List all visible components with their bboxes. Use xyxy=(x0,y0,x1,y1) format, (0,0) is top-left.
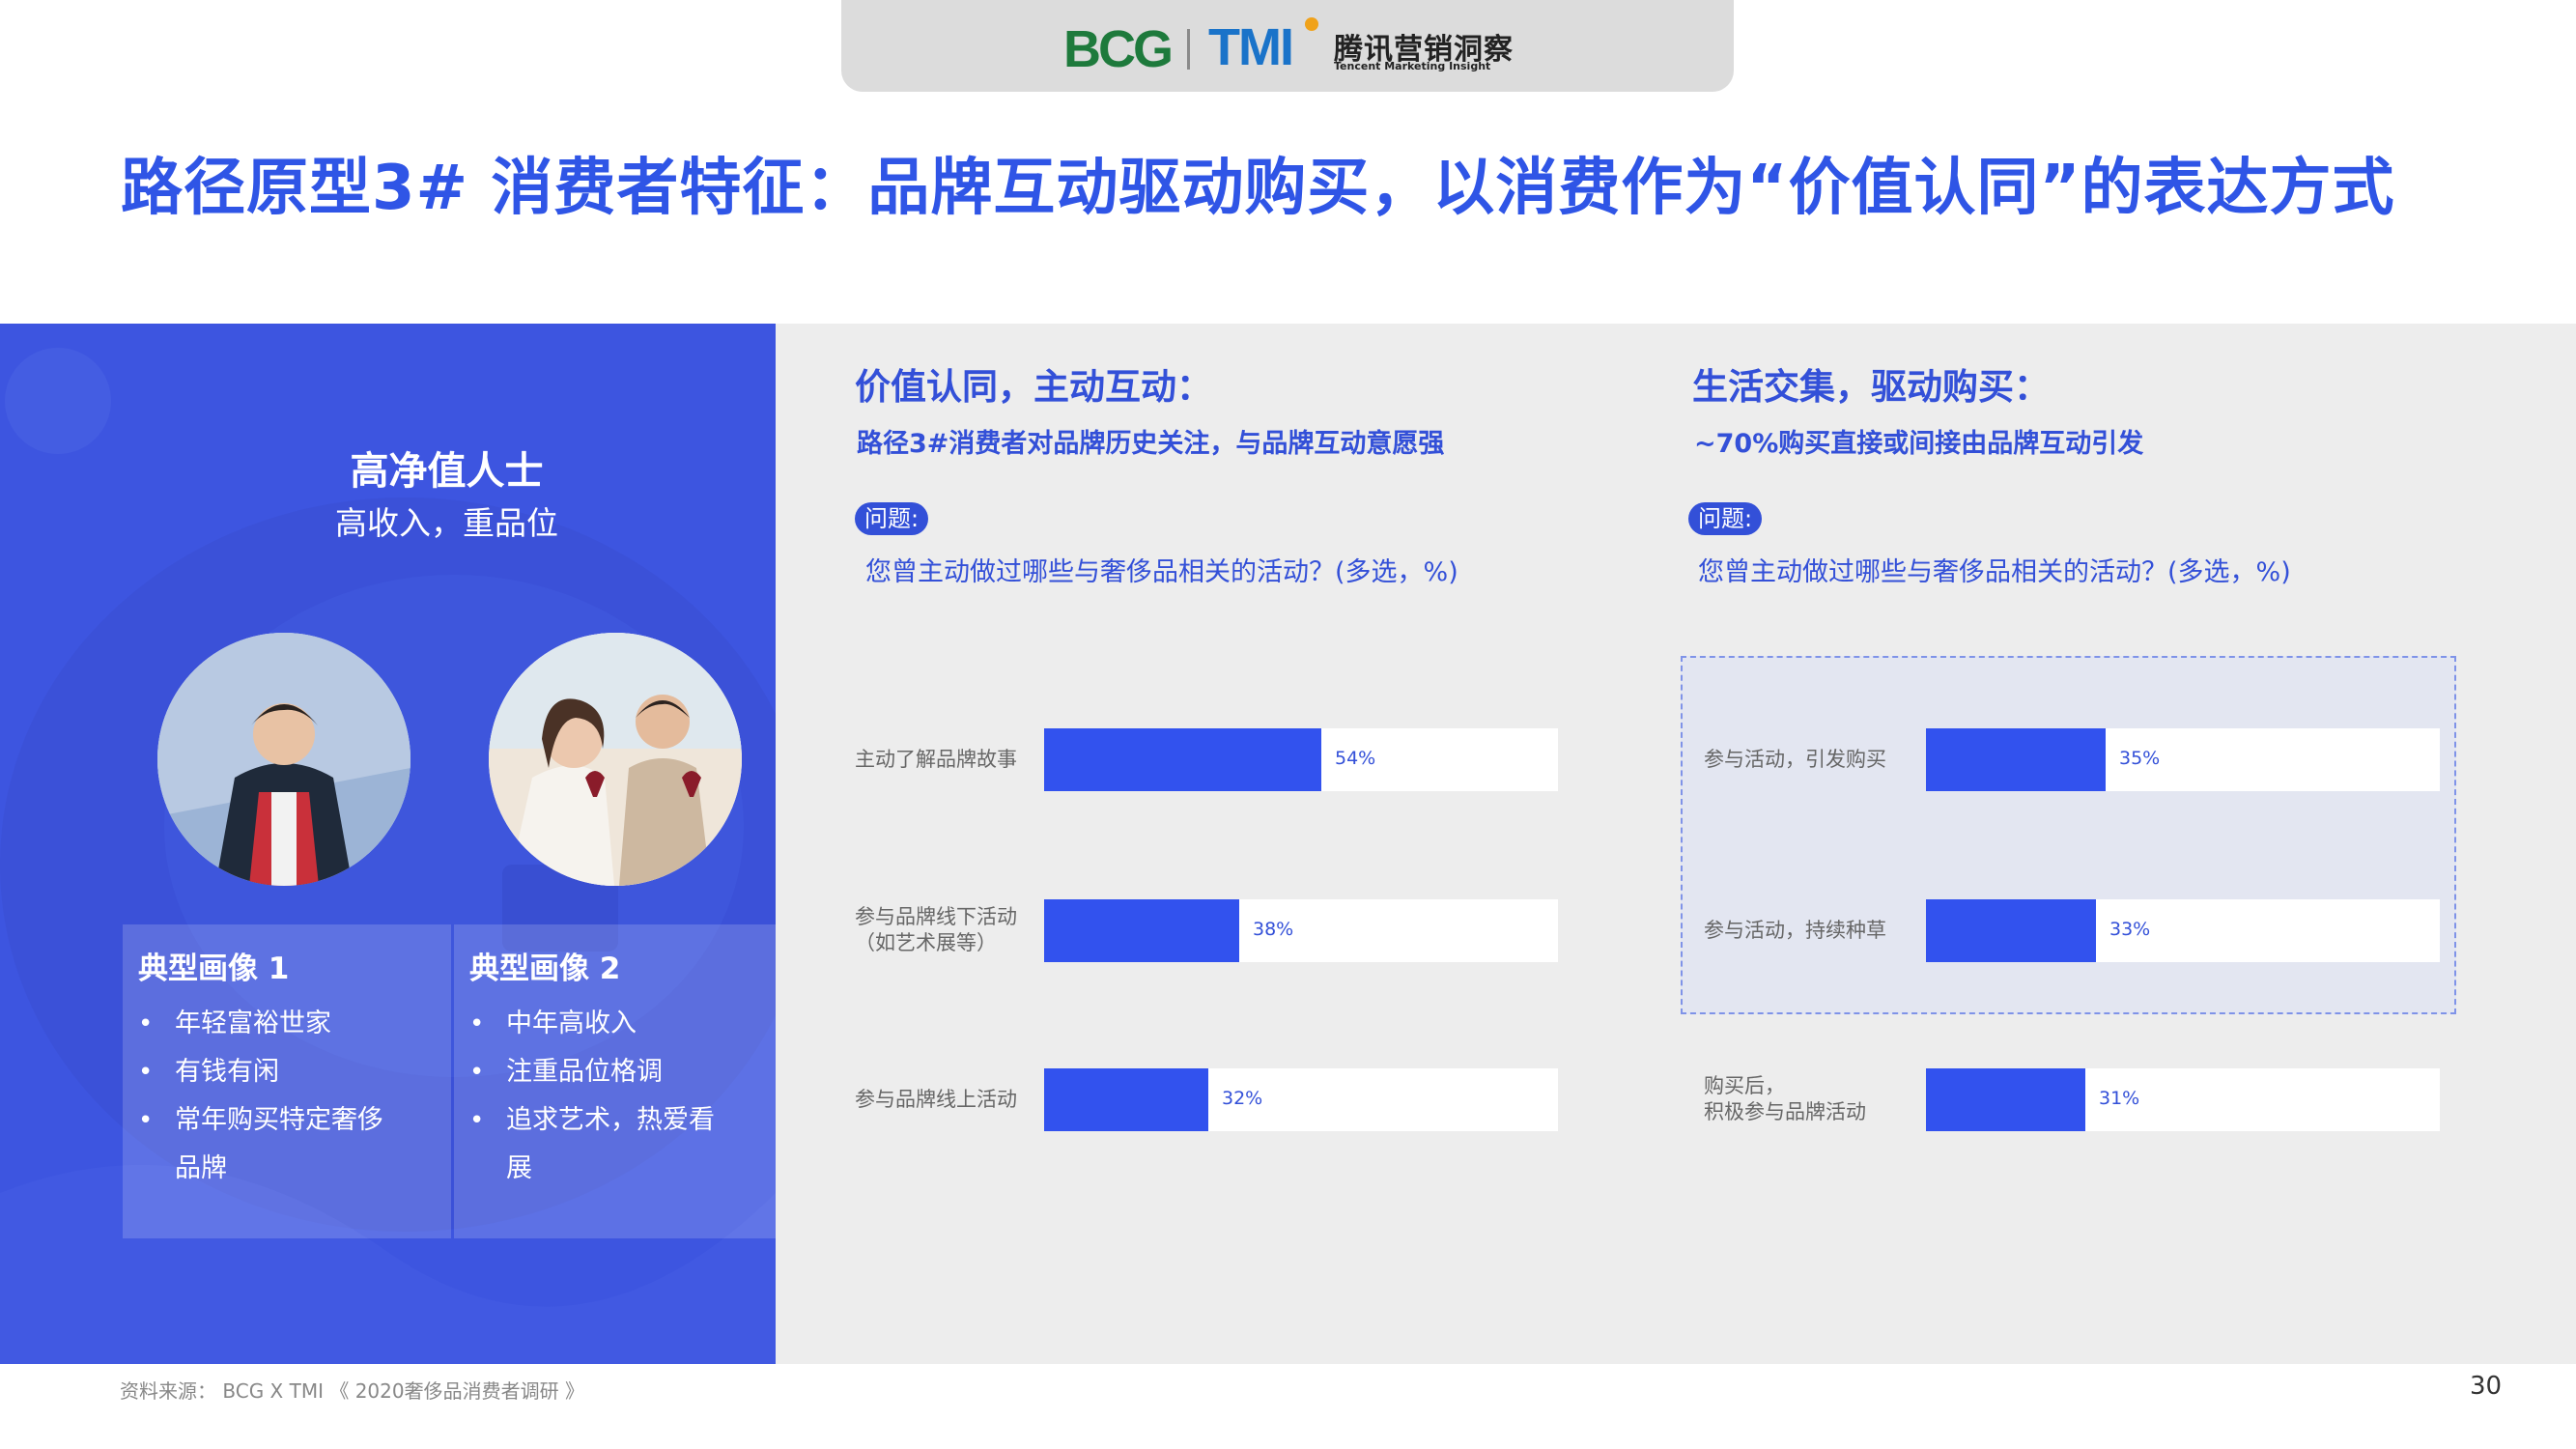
persona-card-item: 有钱有闲 xyxy=(138,1048,447,1096)
bar xyxy=(1044,899,1239,962)
page-title: 路径原型3# 消费者特征：品牌互动驱动购买，以消费作为“价值认同”的表达方式 xyxy=(121,153,2395,224)
bar-category-label: 主动了解品牌故事 xyxy=(855,747,1017,771)
persona-card-2: 典型画像 2 中年高收入 注重品位格调 追求艺术，热爱看展 xyxy=(454,924,776,1238)
question-badge: 问题: xyxy=(855,502,929,535)
bar-value-label: 54% xyxy=(1335,748,1376,769)
bar xyxy=(1926,899,2096,962)
persona-card-item: 追求艺术，热爱看展 xyxy=(469,1096,728,1193)
section-2-title: 生活交集，驱动购买： xyxy=(1692,366,2050,408)
section-2-subtitle: ~70%购买直接或间接由品牌互动引发 xyxy=(1694,429,2144,459)
bar-category-label: 参与品牌线下活动 （如艺术展等） xyxy=(855,905,1017,954)
persona-card-item: 注重品位格调 xyxy=(469,1048,776,1096)
persona-card-item: 中年高收入 xyxy=(469,1000,776,1048)
bar xyxy=(1044,728,1321,791)
persona-card-list: 中年高收入 注重品位格调 追求艺术，热爱看展 xyxy=(469,1000,776,1193)
logo-divider xyxy=(1187,29,1190,70)
persona-card-title: 典型画像 2 xyxy=(469,952,621,986)
tmi-logo: TMI xyxy=(1208,18,1294,76)
bar xyxy=(1926,728,2106,791)
bar-category-label: 参与活动，持续种草 xyxy=(1704,918,1886,942)
persona-photo-2 xyxy=(489,633,742,886)
persona-photo-1 xyxy=(157,633,410,886)
bar xyxy=(1044,1068,1208,1131)
question-badge: 问题: xyxy=(1688,502,1763,535)
bar xyxy=(1926,1068,2085,1131)
bar-category-label: 参与活动，引发购买 xyxy=(1704,747,1886,771)
persona-card-1: 典型画像 1 年轻富裕世家 有钱有闲 常年购买特定奢侈品牌 xyxy=(123,924,451,1238)
persona-card-item: 常年购买特定奢侈品牌 xyxy=(138,1096,397,1193)
persona-panel: 高净值人士 高收入，重品位 典型画像 1 年轻富裕世家 xyxy=(0,324,776,1364)
bar-category-label: 参与品牌线上活动 xyxy=(855,1087,1017,1111)
bar-value-label: 31% xyxy=(2099,1088,2140,1109)
page-number: 30 xyxy=(2470,1372,2503,1401)
question-text: 您曾主动做过哪些与奢侈品相关的活动？(多选，%) xyxy=(865,557,1458,587)
persona-card-list: 年轻富裕世家 有钱有闲 常年购买特定奢侈品牌 xyxy=(138,1000,447,1193)
persona-card-title: 典型画像 1 xyxy=(138,952,290,986)
persona-subtitle: 高收入，重品位 xyxy=(335,504,558,542)
bar-value-label: 32% xyxy=(1222,1088,1263,1109)
tmi-logo-dot xyxy=(1305,17,1318,31)
section-1-subtitle: 路径3#消费者对品牌历史关注，与品牌互动意愿强 xyxy=(857,429,1445,459)
bar-value-label: 33% xyxy=(2109,919,2151,940)
bar-value-label: 35% xyxy=(2119,748,2161,769)
question-text: 您曾主动做过哪些与奢侈品相关的活动？(多选，%) xyxy=(1698,557,2291,587)
section-1-title: 价值认同，主动互动： xyxy=(855,366,1212,408)
bar-category-label: 购买后， 积极参与品牌活动 xyxy=(1704,1074,1866,1123)
tmi-name-en: Tencent Marketing Insight xyxy=(1334,60,1491,72)
source-note: 资料来源： BCG X TMI 《 2020奢侈品消费者调研 》 xyxy=(120,1379,584,1403)
persona-card-item: 年轻富裕世家 xyxy=(138,1000,447,1048)
bcg-logo: BCG xyxy=(1063,20,1174,78)
persona-title: 高净值人士 xyxy=(350,449,544,494)
bar-value-label: 38% xyxy=(1253,919,1294,940)
logo-header: BCG TMI 腾讯营销洞察 Tencent Marketing Insight xyxy=(841,0,1734,92)
